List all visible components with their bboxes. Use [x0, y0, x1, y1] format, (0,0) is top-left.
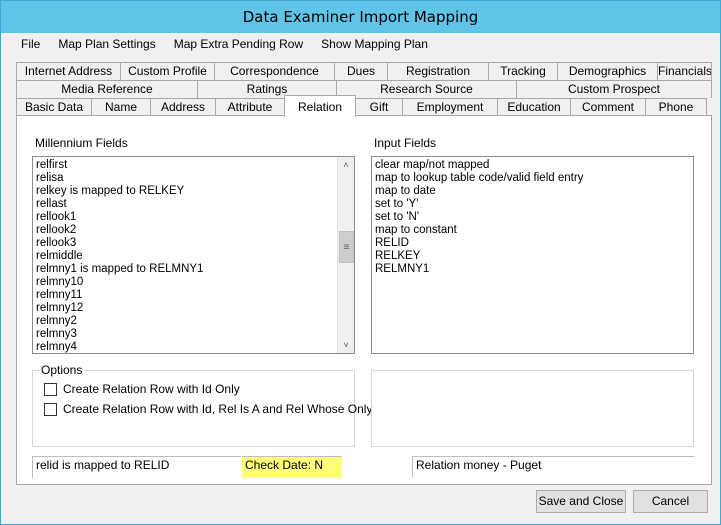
list-item[interactable]: map to lookup table code/valid field ent…: [372, 172, 693, 185]
tab-attribute[interactable]: Attribute: [215, 98, 285, 116]
tab-relation[interactable]: Relation: [284, 95, 356, 117]
tab-media-reference[interactable]: Media Reference: [16, 80, 198, 98]
detail-box: [371, 370, 694, 447]
tab-phone[interactable]: Phone: [645, 98, 707, 116]
list-item[interactable]: relmny10: [33, 276, 354, 289]
millennium-fields-scrollbar[interactable]: ˄ ≡ ˅: [337, 157, 354, 353]
list-item[interactable]: set to 'Y': [372, 198, 693, 211]
list-item[interactable]: rellook3: [33, 237, 354, 250]
tab-comment[interactable]: Comment: [570, 98, 646, 116]
menu-show-mapping-plan[interactable]: Show Mapping Plan: [312, 37, 437, 51]
import-mapping-window: Data Examiner Import Mapping File Map Pl…: [0, 0, 721, 525]
input-fields-label: Input Fields: [374, 136, 437, 150]
title-bar[interactable]: Data Examiner Import Mapping: [1, 1, 720, 33]
tab-tracking[interactable]: Tracking: [488, 62, 558, 80]
menu-map-plan-settings[interactable]: Map Plan Settings: [49, 37, 164, 51]
input-fields-list[interactable]: clear map/not mapped map to lookup table…: [371, 156, 694, 354]
list-item[interactable]: rellast: [33, 198, 354, 211]
tab-internet-address[interactable]: Internet Address: [16, 62, 121, 80]
checkbox-rel-is-a[interactable]: [44, 402, 57, 416]
tab-correspondence[interactable]: Correspondence: [214, 62, 335, 80]
tab-financials[interactable]: Financials: [657, 62, 712, 80]
list-item[interactable]: map to constant: [372, 224, 693, 237]
tab-custom-profile[interactable]: Custom Profile: [120, 62, 215, 80]
tab-custom-prospect[interactable]: Custom Prospect: [516, 80, 712, 98]
list-item[interactable]: relmny1 is mapped to RELMNY1: [33, 263, 354, 276]
list-item[interactable]: relmny11: [33, 289, 354, 302]
window-title: Data Examiner Import Mapping: [242, 8, 479, 26]
tab-basic-data[interactable]: Basic Data: [16, 98, 92, 116]
list-item[interactable]: relmiddle: [33, 250, 354, 263]
list-item[interactable]: set to 'N': [372, 211, 693, 224]
tab-address[interactable]: Address: [150, 98, 216, 116]
tab-demographics[interactable]: Demographics: [557, 62, 658, 80]
list-item[interactable]: relisa: [33, 172, 354, 185]
tab-employment[interactable]: Employment: [402, 98, 498, 116]
list-item[interactable]: relfirst: [33, 159, 354, 172]
checkbox-id-only-label[interactable]: Create Relation Row with Id Only: [63, 382, 240, 396]
tab-registration[interactable]: Registration: [387, 62, 489, 80]
list-item[interactable]: map to date: [372, 185, 693, 198]
scroll-up-icon[interactable]: ˄: [338, 157, 354, 173]
scroll-down-icon[interactable]: ˅: [338, 337, 354, 353]
tab-name[interactable]: Name: [91, 98, 151, 116]
status-mapping: relid is mapped to RELID: [32, 456, 241, 478]
menu-bar: File Map Plan Settings Map Extra Pending…: [1, 33, 720, 55]
scroll-thumb[interactable]: ≡: [339, 231, 354, 263]
tab-row-1: Internet Address Custom Profile Correspo…: [16, 62, 712, 80]
list-item[interactable]: RELKEY: [372, 250, 693, 263]
options-label: Options: [39, 363, 85, 377]
save-and-close-button[interactable]: Save and Close: [536, 490, 626, 513]
list-item[interactable]: relmny12: [33, 302, 354, 315]
list-item[interactable]: relmny3: [33, 328, 354, 341]
checkbox-rel-is-a-row[interactable]: Create Relation Row with Id, Rel Is A an…: [44, 402, 372, 416]
list-item[interactable]: rellook1: [33, 211, 354, 224]
status-check-date: Check Date: N: [242, 456, 342, 478]
tab-education[interactable]: Education: [497, 98, 571, 116]
list-item[interactable]: RELID: [372, 237, 693, 250]
checkbox-id-only-row[interactable]: Create Relation Row with Id Only: [44, 382, 240, 396]
millennium-fields-list[interactable]: relfirst relisa relkey is mapped to RELK…: [32, 156, 355, 354]
checkbox-rel-is-a-label[interactable]: Create Relation Row with Id, Rel Is A an…: [63, 402, 372, 416]
list-item[interactable]: rellook2: [33, 224, 354, 237]
checkbox-id-only[interactable]: [44, 382, 57, 396]
tab-gift[interactable]: Gift: [355, 98, 403, 116]
status-description: Relation money - Puget: [412, 456, 694, 478]
list-item[interactable]: clear map/not mapped: [372, 159, 693, 172]
millennium-fields-label: Millennium Fields: [35, 136, 128, 150]
menu-file[interactable]: File: [1, 37, 49, 51]
list-item[interactable]: relkey is mapped to RELKEY: [33, 185, 354, 198]
menu-map-extra-pending-row[interactable]: Map Extra Pending Row: [165, 37, 312, 51]
list-item[interactable]: relmny4: [33, 341, 354, 353]
cancel-button[interactable]: Cancel: [633, 490, 708, 513]
list-item[interactable]: RELMNY1: [372, 263, 693, 276]
tab-row-2: Media Reference Ratings Research Source …: [16, 80, 712, 98]
tab-dues[interactable]: Dues: [334, 62, 388, 80]
tab-research-source[interactable]: Research Source: [336, 80, 517, 98]
list-item[interactable]: relmny2: [33, 315, 354, 328]
tab-row-3: Basic Data Name Address Attribute Relati…: [16, 95, 707, 117]
